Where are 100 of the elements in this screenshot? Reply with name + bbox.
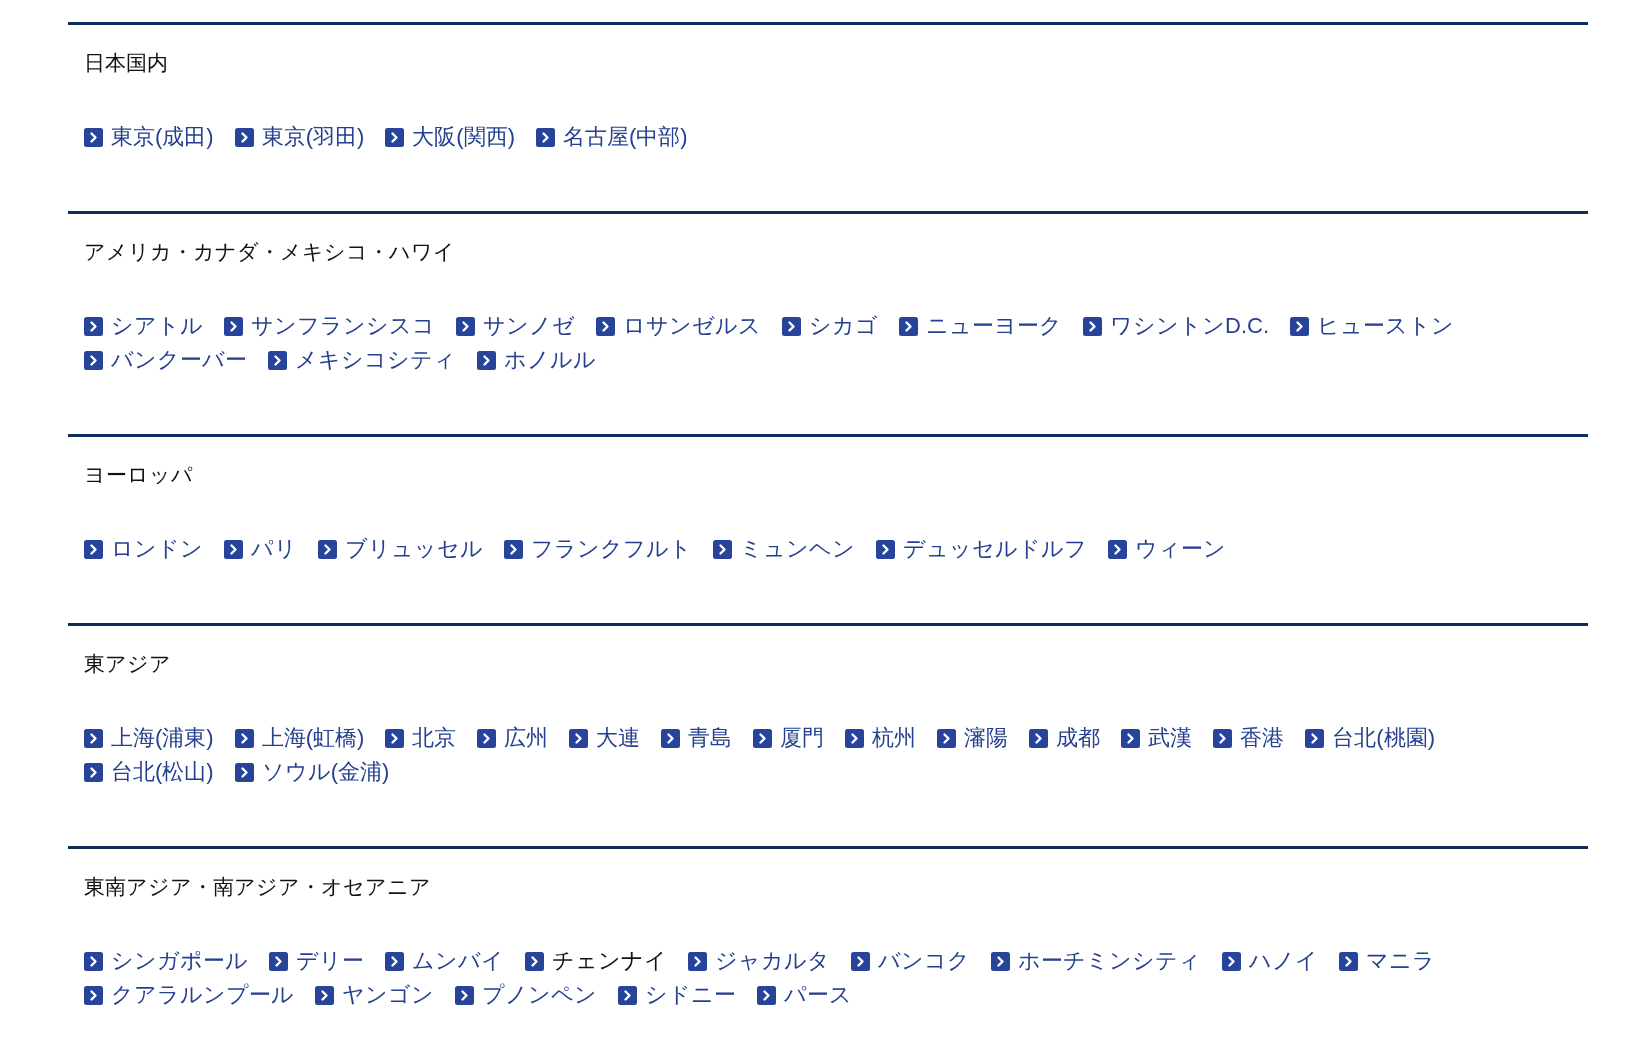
chevron-icon xyxy=(618,985,637,1005)
chevron-icon xyxy=(876,539,895,559)
city-link[interactable]: バンクーバー xyxy=(84,343,247,377)
city-link[interactable]: サンノゼ xyxy=(456,309,575,343)
chevron-icon xyxy=(84,951,103,971)
chevron-icon xyxy=(385,728,405,748)
city-link[interactable]: ホーチミンシティ xyxy=(991,944,1201,978)
city-link[interactable]: サンフランシスコ xyxy=(224,309,435,343)
city-link[interactable]: 青島 xyxy=(661,721,733,755)
city-link[interactable]: 香港 xyxy=(1213,721,1285,755)
chevron-icon xyxy=(899,316,918,336)
chevron-icon xyxy=(234,127,254,147)
city-link[interactable]: ヒューストン xyxy=(1290,309,1454,343)
city-link[interactable]: クアラルンプール xyxy=(84,978,294,1012)
city-link[interactable]: 北京 xyxy=(385,721,457,755)
city-link[interactable]: ハノイ xyxy=(1222,944,1318,978)
chevron-icon xyxy=(1121,728,1141,748)
city-link[interactable]: シアトル xyxy=(84,309,203,343)
city-link[interactable]: バンコク xyxy=(851,944,970,978)
city-link[interactable]: 武漢 xyxy=(1121,721,1193,755)
chevron-icon xyxy=(713,539,732,559)
chevron-icon xyxy=(456,316,475,336)
city-link[interactable]: ソウル(金浦) xyxy=(234,755,390,789)
city-link[interactable]: ウィーン xyxy=(1108,532,1226,566)
chevron-icon xyxy=(1222,951,1241,971)
chevron-icon xyxy=(84,127,103,147)
city-link[interactable]: フランクフルト xyxy=(504,532,692,566)
city-link[interactable]: ワシントンD.C. xyxy=(1083,309,1269,343)
chevron-icon xyxy=(224,539,243,559)
city-link[interactable]: 上海(浦東) xyxy=(84,721,214,755)
city-link[interactable]: チェンナイ xyxy=(525,944,667,978)
chevron-icon xyxy=(1108,539,1127,559)
city-link[interactable]: シンガポール xyxy=(84,944,248,978)
city-link[interactable]: 瀋陽 xyxy=(937,721,1009,755)
chevron-icon xyxy=(851,951,870,971)
city-link[interactable]: ムンバイ xyxy=(385,944,504,978)
chevron-icon xyxy=(84,316,103,336)
city-link[interactable]: デュッセルドルフ xyxy=(876,532,1087,566)
region-heading: 日本国内 xyxy=(84,50,169,76)
chevron-icon xyxy=(757,985,776,1005)
chevron-icon xyxy=(661,728,681,748)
city-link[interactable]: 東京(成田) xyxy=(84,120,214,154)
chevron-icon xyxy=(234,762,254,782)
chevron-icon xyxy=(569,728,589,748)
region-heading: アメリカ・カナダ・メキシコ・ハワイ xyxy=(84,239,456,265)
chevron-icon xyxy=(504,539,523,559)
region-heading: 東南アジア・南アジア・オセアニア xyxy=(84,874,432,900)
city-link[interactable]: ロサンゼルス xyxy=(596,309,761,343)
city-link[interactable]: 厦門 xyxy=(753,721,825,755)
city-link[interactable]: パリ xyxy=(224,532,297,566)
region-heading: 東アジア xyxy=(84,651,172,677)
chevron-icon xyxy=(234,728,254,748)
city-link[interactable]: ブリュッセル xyxy=(318,532,483,566)
city-link[interactable]: メキシコシティ xyxy=(268,343,456,377)
chevron-icon xyxy=(315,985,334,1005)
city-link[interactable]: ミュンヘン xyxy=(713,532,855,566)
city-link[interactable]: ホノルル xyxy=(477,343,596,377)
chevron-icon xyxy=(937,728,957,748)
region-heading: ヨーロッパ xyxy=(84,462,194,488)
chevron-icon xyxy=(224,316,243,336)
chevron-icon xyxy=(84,985,103,1005)
chevron-icon xyxy=(84,350,103,370)
chevron-icon xyxy=(269,951,288,971)
city-link[interactable]: ニューヨーク xyxy=(899,309,1062,343)
city-link[interactable]: 成都 xyxy=(1029,721,1101,755)
chevron-icon xyxy=(782,316,801,336)
city-link[interactable]: プノンペン xyxy=(455,978,597,1012)
city-link[interactable]: シカゴ xyxy=(782,309,878,343)
chevron-icon xyxy=(477,728,497,748)
chevron-icon xyxy=(84,728,103,748)
city-link[interactable]: 上海(虹橋) xyxy=(234,721,365,755)
city-link[interactable]: 大連 xyxy=(569,721,641,755)
city-link[interactable]: 大阪(関西) xyxy=(385,120,515,154)
chevron-icon xyxy=(385,951,404,971)
city-link[interactable]: シドニー xyxy=(618,978,736,1012)
chevron-icon xyxy=(845,728,865,748)
city-link[interactable]: 台北(松山) xyxy=(84,755,214,789)
city-link[interactable]: 広州 xyxy=(477,721,549,755)
chevron-icon xyxy=(268,350,287,370)
city-link[interactable]: 台北(桃園) xyxy=(1305,721,1435,755)
chevron-icon xyxy=(385,127,405,147)
chevron-icon xyxy=(318,539,337,559)
chevron-icon xyxy=(1083,316,1102,336)
city-link[interactable]: 名古屋(中部) xyxy=(535,120,688,154)
city-link[interactable]: パース xyxy=(757,978,852,1012)
city-link[interactable]: マニラ xyxy=(1339,944,1435,978)
chevron-icon xyxy=(1290,316,1309,336)
city-link[interactable]: ヤンゴン xyxy=(315,978,434,1012)
chevron-icon xyxy=(1213,728,1233,748)
city-link[interactable]: ロンドン xyxy=(84,532,203,566)
city-link[interactable]: ジャカルタ xyxy=(688,944,830,978)
city-link[interactable]: 東京(羽田) xyxy=(234,120,365,154)
chevron-icon xyxy=(688,951,707,971)
city-link[interactable]: デリー xyxy=(269,944,364,978)
chevron-icon xyxy=(535,127,555,147)
city-link[interactable]: 杭州 xyxy=(845,721,917,755)
chevron-icon xyxy=(84,762,103,782)
chevron-icon xyxy=(525,951,544,971)
chevron-icon xyxy=(1339,951,1358,971)
chevron-icon xyxy=(596,316,615,336)
